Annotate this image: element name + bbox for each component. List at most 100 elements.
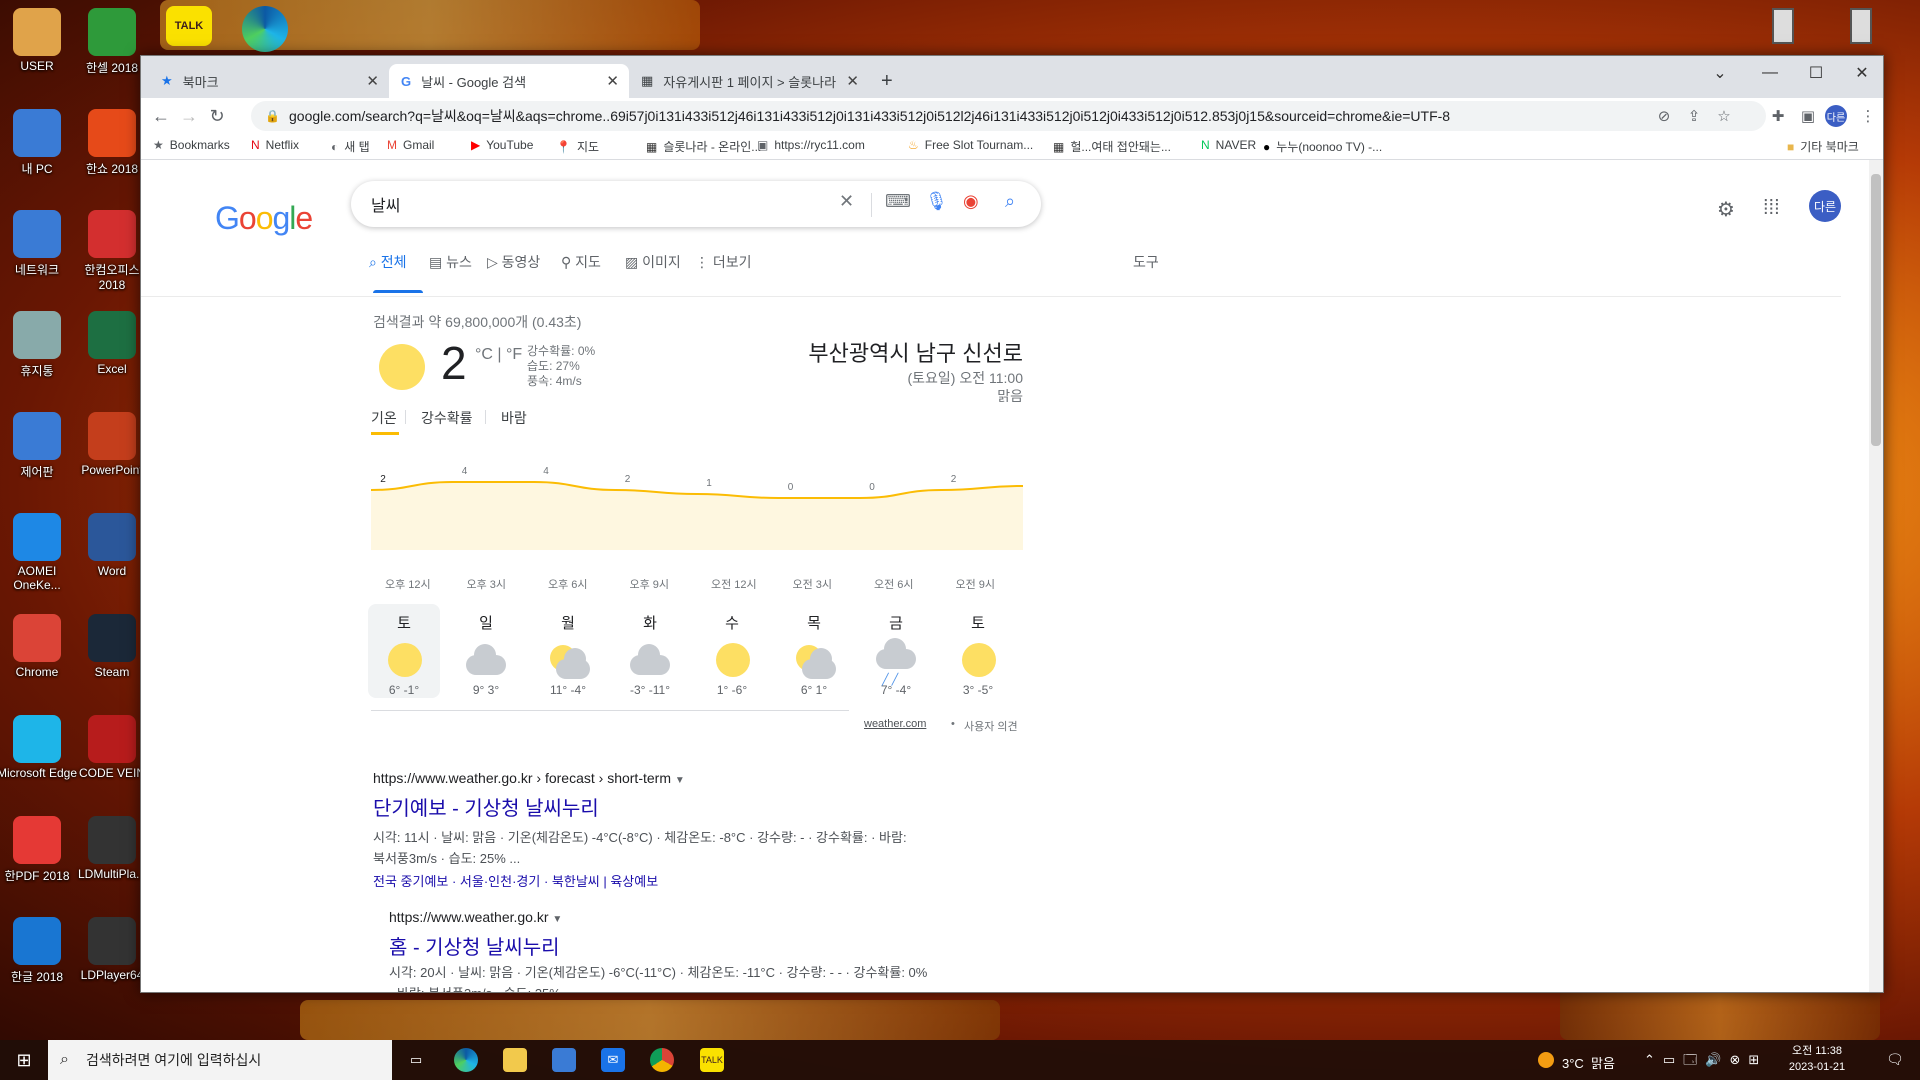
tab-wind[interactable]: 바람 bbox=[501, 408, 527, 428]
chrome-icon[interactable] bbox=[650, 1048, 674, 1072]
day-forecast[interactable]: 일 9° 3° bbox=[450, 604, 522, 698]
day-forecast[interactable]: 화 -3° -11° bbox=[614, 604, 686, 698]
windows-start-icon[interactable]: ⊞ bbox=[12, 1048, 36, 1072]
result-url[interactable]: https://www.weather.go.kr ▼ bbox=[389, 909, 1009, 925]
search-tab-1[interactable]: ▤ 뉴스 bbox=[429, 252, 472, 272]
feedback-link[interactable]: 사용자 의견 bbox=[964, 718, 1018, 734]
task-view-icon[interactable]: ▭ bbox=[404, 1048, 428, 1072]
day-forecast[interactable]: 토 6° -1° bbox=[368, 604, 440, 698]
address-bar[interactable]: 🔒 google.com/search?q=날씨&oq=날씨&aqs=chrom… bbox=[251, 101, 1766, 131]
day-forecast[interactable]: 금 ╱╱ 7° -4° bbox=[860, 604, 932, 698]
search-tab-3[interactable]: ⚲ 지도 bbox=[561, 252, 601, 272]
profile-avatar[interactable]: 다른 bbox=[1825, 105, 1847, 127]
back-icon[interactable]: ← bbox=[147, 102, 175, 130]
close-icon[interactable]: ✕ bbox=[846, 72, 859, 90]
notification-icon[interactable]: 🗨 bbox=[1886, 1051, 1904, 1068]
scrollbar[interactable] bbox=[1869, 160, 1883, 992]
bookmark-item[interactable]: ♨ Free Slot Tournam... bbox=[908, 138, 1033, 152]
chevron-down-icon[interactable]: ▼ bbox=[552, 914, 562, 925]
bookmark-item[interactable]: ◐ 새 탭 bbox=[331, 138, 370, 155]
microphone-icon[interactable]: 🎙 bbox=[925, 191, 948, 212]
menu-icon[interactable]: ⋮ bbox=[1855, 103, 1881, 129]
tab-temperature[interactable]: 기온 bbox=[371, 408, 397, 428]
result-url[interactable]: https://www.weather.go.kr › forecast › s… bbox=[373, 770, 993, 786]
bookmark-item[interactable]: ▦ 슬롯나라 - 온라인... bbox=[646, 138, 761, 155]
tools-button[interactable]: 도구 bbox=[1133, 252, 1159, 272]
desktop-shortcut-a-1[interactable]: 내 PC bbox=[0, 109, 79, 177]
store-icon[interactable] bbox=[552, 1048, 576, 1072]
tray-weather[interactable]: 3°C 맑음 bbox=[1562, 1053, 1615, 1072]
desktop-shortcut-a-3[interactable]: 휴지통 bbox=[0, 311, 79, 379]
camera-icon[interactable]: ◉ bbox=[963, 191, 979, 212]
reload-icon[interactable]: ↻ bbox=[203, 102, 231, 130]
close-icon[interactable]: ✕ bbox=[606, 72, 619, 90]
tab-search-icon[interactable]: ⌄ bbox=[1697, 56, 1743, 90]
sidepanel-icon[interactable]: ▣ bbox=[1795, 103, 1821, 129]
share-icon[interactable]: ⇪ bbox=[1681, 103, 1707, 129]
desktop-shortcut-a-5[interactable]: AOMEI OneKe... bbox=[0, 513, 79, 592]
kakaotalk-icon[interactable]: TALK bbox=[700, 1048, 724, 1072]
bookmark-item[interactable]: N NAVER bbox=[1201, 138, 1256, 152]
bookmark-item[interactable]: ● 누누(noonoo TV) -... bbox=[1263, 138, 1382, 155]
permission-icon[interactable]: ⊘ bbox=[1651, 103, 1677, 129]
day-forecast[interactable]: 월 11° -4° bbox=[532, 604, 604, 698]
desktop-shortcut-a-4[interactable]: 제어판 bbox=[0, 412, 79, 480]
tab-slot-board[interactable]: ▦ 자유게시판 1 페이지 > 슬롯나라 ✕ bbox=[629, 64, 869, 98]
search-input[interactable]: 날씨 ✕ ⌨ 🎙 ◉ ⌕ bbox=[351, 181, 1041, 227]
weather-location[interactable]: 부산광역시 남구 신선로 bbox=[808, 336, 1023, 368]
scrollbar-thumb[interactable] bbox=[1871, 174, 1881, 446]
google-logo[interactable]: Google bbox=[215, 200, 313, 237]
clock[interactable]: 오전 11:38 2023-01-21 bbox=[1772, 1043, 1862, 1075]
bookmark-item[interactable]: N Netflix bbox=[251, 138, 299, 152]
desktop-shortcut-kakaotalk[interactable]: TALK bbox=[166, 6, 212, 46]
bookmark-item[interactable]: ▶ YouTube bbox=[471, 138, 533, 152]
bookmark-star-icon[interactable]: ☆ bbox=[1711, 103, 1737, 129]
result-sitelinks[interactable]: 전국 중기예보 · 서울·인천·경기 · 북한날씨 | 육상예보 bbox=[373, 871, 993, 890]
close-window-button[interactable]: ✕ bbox=[1839, 56, 1885, 90]
bookmark-item[interactable]: ★ Bookmarks bbox=[153, 138, 230, 152]
chevron-down-icon[interactable]: ▼ bbox=[675, 775, 685, 786]
search-tab-4[interactable]: ▨ 이미지 bbox=[625, 252, 681, 272]
desktop-shortcut-edge[interactable] bbox=[242, 6, 288, 52]
keyboard-icon[interactable]: ⌨ bbox=[885, 191, 911, 212]
desktop-shortcut-a-7[interactable]: Microsoft Edge bbox=[0, 715, 79, 780]
tab-google-search[interactable]: G 날씨 - Google 검색 ✕ bbox=[389, 64, 629, 98]
search-icon[interactable]: ⌕ bbox=[1005, 191, 1015, 212]
source-link[interactable]: weather.com bbox=[864, 718, 926, 730]
desktop-shortcut-a-6[interactable]: Chrome bbox=[0, 614, 79, 679]
forward-icon[interactable]: → bbox=[175, 102, 203, 130]
day-forecast[interactable]: 수 1° -6° bbox=[696, 604, 768, 698]
maximize-button[interactable]: ☐ bbox=[1793, 56, 1839, 90]
result-title[interactable]: 홈 - 기상청 날씨누리 bbox=[389, 931, 1009, 960]
desktop-shortcut-a-0[interactable]: USER bbox=[0, 8, 79, 73]
day-forecast[interactable]: 목 6° 1° bbox=[778, 604, 850, 698]
minimize-button[interactable]: — bbox=[1747, 56, 1793, 90]
bookmark-item[interactable]: ▦ 헐...여태 접안돼는... bbox=[1053, 138, 1171, 155]
extensions-icon[interactable]: ✚ bbox=[1765, 103, 1791, 129]
desktop-shortcut-phone[interactable] bbox=[1850, 8, 1872, 44]
tray-icons[interactable]: ⌃▭🗔🔊⊗⊞ bbox=[1644, 1051, 1767, 1073]
apps-grid-icon[interactable]: ⁞⁞⁞ bbox=[1763, 197, 1780, 220]
desktop-shortcut-a-2[interactable]: 네트워크 bbox=[0, 210, 79, 278]
other-bookmarks[interactable]: ■ 기타 북마크 bbox=[1787, 138, 1859, 155]
new-tab-button[interactable]: + bbox=[869, 64, 909, 98]
temperature-units[interactable]: °C | °F bbox=[475, 346, 522, 364]
bookmark-item[interactable]: 📍 지도 bbox=[556, 138, 599, 155]
file-explorer-icon[interactable] bbox=[503, 1048, 527, 1072]
edge-icon[interactable] bbox=[454, 1048, 478, 1072]
bookmark-item[interactable]: ▣ https://ryc11.com bbox=[757, 138, 865, 152]
clear-icon[interactable]: ✕ bbox=[839, 191, 854, 212]
mail-icon[interactable]: ✉ bbox=[601, 1048, 625, 1072]
tab-bookmarks[interactable]: ★ 북마크 ✕ bbox=[149, 64, 389, 98]
search-tab-0[interactable]: ⌕ 전체 bbox=[369, 252, 407, 272]
search-tab-5[interactable]: ⋮ 더보기 bbox=[695, 252, 752, 272]
settings-icon[interactable]: ⚙ bbox=[1717, 197, 1735, 222]
desktop-shortcut-a-9[interactable]: 한글 2018 bbox=[0, 917, 79, 985]
taskbar-search-input[interactable]: ⌕ 검색하려면 여기에 입력하십시 bbox=[48, 1040, 392, 1080]
close-icon[interactable]: ✕ bbox=[366, 72, 379, 90]
search-tab-2[interactable]: ▷ 동영상 bbox=[487, 252, 540, 272]
day-forecast[interactable]: 토 3° -5° bbox=[942, 604, 1014, 698]
account-avatar[interactable]: 다른 bbox=[1809, 190, 1841, 222]
desktop-shortcut-a-8[interactable]: 한PDF 2018 bbox=[0, 816, 79, 884]
tab-precipitation[interactable]: 강수확률 bbox=[421, 408, 473, 428]
